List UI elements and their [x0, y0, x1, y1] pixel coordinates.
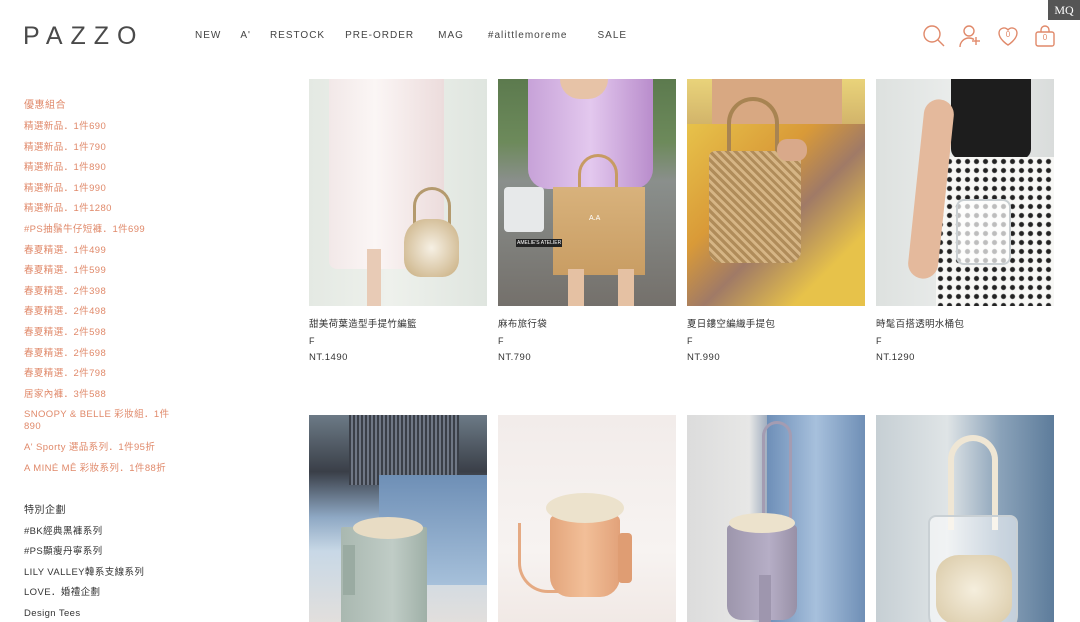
sidebar-item[interactable]: LOVE．婚禮企劃 — [24, 587, 184, 599]
product-card[interactable] — [687, 415, 865, 622]
sidebar-item[interactable]: #BK經典黑褲系列 — [24, 526, 184, 538]
promo-group: 優惠組合 精選新品．1件690 精選新品．1件790 精選新品．1件890 精選… — [24, 96, 184, 475]
product-card[interactable]: top — [876, 415, 1054, 622]
tote-print: A.A — [589, 215, 601, 222]
special-title[interactable]: 特別企劃 — [24, 501, 184, 516]
bag-handle — [727, 97, 779, 159]
product-price: NT.790 — [498, 352, 532, 363]
product-name[interactable]: 夏日鏤空編織手提包 — [687, 316, 865, 330]
sidebar-item[interactable]: 居家內褲．3件588 — [24, 389, 184, 401]
model-leg — [568, 269, 584, 306]
sidebar-item[interactable]: 精選新品．1件1280 — [24, 203, 184, 215]
site-header: PAZZO NEW A' RESTOCK PRE-ORDER MAG #alit… — [0, 0, 1080, 72]
product-card[interactable] — [498, 415, 676, 622]
product-photo[interactable] — [687, 415, 865, 622]
model-leg — [618, 269, 634, 306]
nav-restock[interactable]: RESTOCK — [270, 30, 325, 41]
product-photo[interactable] — [687, 79, 865, 306]
nav-alittlemoreme[interactable]: #alittlemoreme — [488, 30, 568, 41]
sidebar-item[interactable]: LILY VALLEY韓系支線系列 — [24, 567, 184, 579]
product-name[interactable]: 甜美荷葉造型手提竹編籃 — [309, 316, 487, 330]
product-name[interactable]: 時髦百搭透明水桶包 — [876, 316, 1054, 330]
sidebar-item[interactable]: A' Sporty 選品系列．1件95折 — [24, 442, 184, 454]
heart-icon[interactable]: 0 — [994, 22, 1022, 50]
product-card[interactable] — [309, 415, 487, 622]
sidebar-item[interactable]: #PS顯瘦丹寧系列 — [24, 546, 184, 558]
product-card[interactable]: 甜美荷葉造型手提竹編籃 F NT.1490 — [309, 79, 487, 363]
sidebar-item[interactable]: 春夏精選．1件499 — [24, 245, 184, 257]
sidebar-item[interactable]: 精選新品．1件790 — [24, 142, 184, 154]
product-photo[interactable] — [309, 79, 487, 306]
product-card[interactable]: 時髦百搭透明水桶包 F NT.1290 — [876, 79, 1054, 363]
product-size: F — [498, 336, 504, 346]
brand-logo[interactable]: PAZZO — [23, 22, 144, 51]
product-size: F — [876, 336, 882, 346]
product-photo[interactable]: A.A AMELIE'S ATELIER — [498, 79, 676, 306]
model-top — [951, 79, 1031, 159]
header-icons: 0 0 — [920, 22, 1059, 50]
main-nav: NEW A' RESTOCK PRE-ORDER MAG #alittlemor… — [195, 30, 649, 41]
product-price: NT.1490 — [309, 352, 348, 363]
sidebar-item[interactable]: 春夏精選．2件698 — [24, 348, 184, 360]
product-card[interactable]: 夏日鏤空編織手提包 F NT.990 — [687, 79, 865, 363]
sidebar-item[interactable]: 精選新品．1件690 — [24, 121, 184, 133]
bag-tassel — [759, 575, 771, 622]
bag-ruffle — [729, 513, 795, 533]
clear-bucket-bag — [956, 199, 1011, 265]
sidebar-item[interactable]: 精選新品．1件990 — [24, 183, 184, 195]
bamboo-basket — [404, 219, 459, 277]
product-photo[interactable] — [498, 415, 676, 622]
special-group: 特別企劃 #BK經典黑褲系列 #PS顯瘦丹寧系列 LILY VALLEY韓系支線… — [24, 501, 184, 620]
bag-handle — [762, 421, 792, 521]
sidebar-item[interactable]: 春夏精選．2件598 — [24, 327, 184, 339]
product-card[interactable]: A.A AMELIE'S ATELIER 麻布旅行袋 F NT.790 — [498, 79, 676, 363]
product-size: F — [687, 336, 693, 346]
bucket-bag-peach — [550, 515, 620, 597]
sidebar-item[interactable]: A MINÉ MÊ 彩妝系列．1件88折 — [24, 463, 184, 475]
corner-badge: MQ — [1048, 0, 1080, 20]
bag-tassel — [618, 533, 632, 583]
sidebar-item[interactable]: 春夏精選．2件798 — [24, 368, 184, 380]
cart-count: 0 — [1042, 33, 1048, 42]
linen-tote: A.A — [553, 187, 645, 275]
product-photo[interactable] — [876, 79, 1054, 306]
sidebar-item[interactable]: 春夏精選．2件498 — [24, 306, 184, 318]
promo-title[interactable]: 優惠組合 — [24, 96, 184, 111]
wishlist-count: 0 — [1005, 30, 1011, 39]
sidebar-item[interactable]: 精選新品．1件890 — [24, 162, 184, 174]
nav-new[interactable]: NEW — [195, 30, 221, 41]
product-photo[interactable] — [309, 415, 487, 622]
product-price: NT.1290 — [876, 352, 915, 363]
sidebar-item[interactable]: Design Tees — [24, 608, 184, 620]
search-icon[interactable] — [920, 22, 948, 50]
product-name[interactable]: 麻布旅行袋 — [498, 316, 676, 330]
sidebar-item[interactable]: 春夏精選．2件398 — [24, 286, 184, 298]
bucket-prop — [504, 187, 544, 232]
sidebar-item[interactable]: SNOOPY & BELLE 彩妝組．1件890 — [24, 409, 174, 433]
product-photo[interactable]: top — [876, 415, 1054, 622]
model-hand — [777, 139, 807, 161]
sidebar: 優惠組合 精選新品．1件690 精選新品．1件790 精選新品．1件890 精選… — [24, 96, 184, 622]
product-size: F — [309, 336, 315, 346]
sidebar-item[interactable]: 春夏精選．1件599 — [24, 265, 184, 277]
bag-ruffle — [546, 493, 624, 523]
model-leg — [367, 249, 381, 306]
nav-pre-order[interactable]: PRE-ORDER — [345, 30, 414, 41]
bag-tassel — [343, 545, 355, 595]
tote-tag: AMELIE'S ATELIER — [516, 239, 563, 247]
woven-bag — [709, 151, 801, 263]
nav-a-prime[interactable]: A' — [240, 30, 251, 41]
bag-ruffle — [353, 517, 423, 539]
sidebar-item[interactable]: #PS抽鬚牛仔短褲．1件699 — [24, 224, 184, 236]
bag-fill — [936, 555, 1012, 622]
bag-icon[interactable]: 0 — [1031, 22, 1059, 50]
product-price: NT.990 — [687, 352, 721, 363]
add-user-icon[interactable] — [957, 22, 985, 50]
nav-sale[interactable]: SALE — [598, 30, 628, 41]
nav-mag[interactable]: MAG — [438, 30, 464, 41]
